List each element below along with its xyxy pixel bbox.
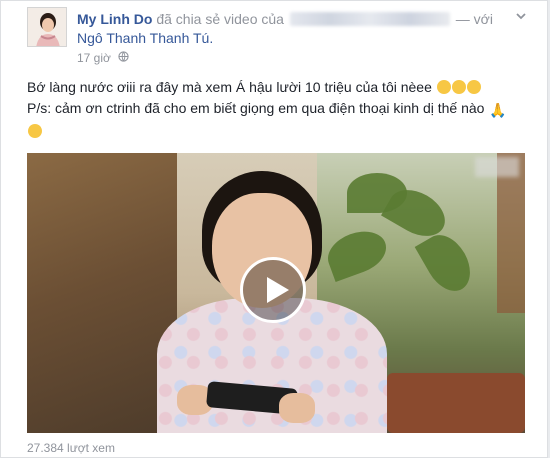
post-text-line-2: P/s: cảm ơn ctrinh đã cho em biết giọng … <box>27 98 517 121</box>
post-text-2: P/s: cảm ơn ctrinh đã cho em biết giọng … <box>27 100 485 116</box>
pray-emoji-icon: 🙏 <box>489 102 507 118</box>
post-header: My Linh Do đã chia sẻ video của — với <box>77 9 507 29</box>
avatar-image <box>28 8 66 46</box>
globe-icon <box>118 51 129 67</box>
post-meta: 17 giờ <box>77 50 129 67</box>
video-person-hand <box>279 393 315 423</box>
post-text-line-3 <box>27 121 517 142</box>
with-text: — với <box>455 11 493 27</box>
post-card: My Linh Do đã chia sẻ video của — với Ng… <box>0 0 548 458</box>
post-time[interactable]: 17 giờ <box>77 51 111 65</box>
tagged-line: Ngô Thanh Thanh Tú. <box>77 29 213 47</box>
view-count: 27.384 lượt xem <box>27 441 115 455</box>
emoji-icon <box>451 80 466 94</box>
post-message: Bớ làng nước ơiii ra đây mà xem Á hậu lư… <box>27 77 517 142</box>
post-text-1: Bớ làng nước ơiii ra đây mà xem Á hậu lư… <box>27 79 432 95</box>
chevron-down-icon[interactable] <box>513 9 529 25</box>
video-sofa <box>387 373 525 433</box>
emoji-icon <box>436 80 451 94</box>
author-avatar[interactable] <box>27 7 67 47</box>
tagged-person[interactable]: Ngô Thanh Thanh Tú. <box>77 30 213 46</box>
emoji-icon <box>466 80 481 94</box>
post-text-line-1: Bớ làng nước ơiii ra đây mà xem Á hậu lư… <box>27 77 517 98</box>
video-watermark <box>475 157 519 177</box>
video-window-frame <box>497 153 525 313</box>
share-action-text: đã chia sẻ video của <box>156 11 284 27</box>
blurred-page-name <box>289 12 450 26</box>
play-icon[interactable] <box>240 257 306 323</box>
laugh-emoji-icon <box>28 124 42 138</box>
video-player[interactable] <box>27 153 525 433</box>
author-name[interactable]: My Linh Do <box>77 11 152 27</box>
